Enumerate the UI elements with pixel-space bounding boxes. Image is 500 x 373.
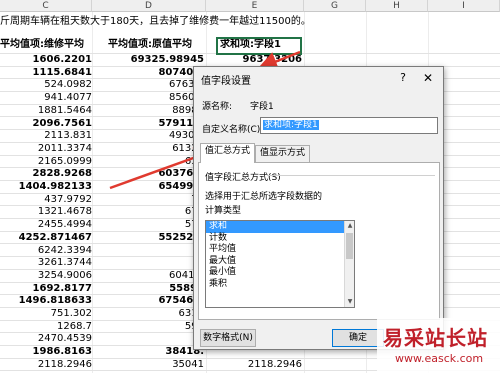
column-header-i[interactable]: I: [428, 0, 500, 12]
tab-summarize-values-by[interactable]: 值汇总方式: [200, 143, 256, 163]
header-cell-original-avg[interactable]: 平均值项:原值平均: [108, 36, 206, 53]
calc-type-listbox[interactable]: 求和 计数 平均值 最大值 最小值 乘积 ▲ ▼: [205, 220, 355, 308]
column-header-g[interactable]: G: [304, 0, 366, 12]
table-cell[interactable]: 60376.3: [92, 168, 204, 181]
section-title: 值字段汇总方式(S): [205, 173, 281, 183]
custom-name-label: 自定义名称(C):: [202, 125, 264, 135]
section-divider: [267, 175, 435, 176]
sheet-title-cell[interactable]: 斤周期车辆在租天数大于180天，且去掉了维修费一年越过11500的。: [0, 14, 311, 30]
table-cell[interactable]: 524.0982: [0, 79, 92, 92]
table-cell[interactable]: 2011.3374: [0, 143, 92, 156]
table-cell[interactable]: 61321: [92, 143, 204, 156]
table-cell[interactable]: 35041: [92, 359, 204, 372]
table-cell[interactable]: 1692.8177: [0, 283, 92, 296]
calc-type-label: 计算类型: [205, 206, 242, 216]
table-cell[interactable]: 578: [92, 219, 204, 232]
table-cell[interactable]: 1404.982133: [0, 181, 92, 194]
listbox-scrollbar[interactable]: ▲ ▼: [344, 221, 354, 307]
table-cell[interactable]: 941.4077: [0, 92, 92, 105]
table-cell[interactable]: 4252.871467: [0, 232, 92, 245]
table-cell[interactable]: 7: [92, 257, 204, 270]
table-cell[interactable]: 1496.818633: [0, 295, 92, 308]
source-name-label: 源名称:: [202, 102, 233, 112]
table-cell[interactable]: 85601.: [92, 92, 204, 105]
list-item-min[interactable]: 最小值: [206, 267, 354, 279]
table-cell[interactable]: 49308.: [92, 130, 204, 143]
close-icon[interactable]: ✕: [418, 70, 438, 86]
table-cell[interactable]: 1115.6841: [0, 67, 92, 80]
table-cell[interactable]: 2165.0999: [0, 156, 92, 169]
table-cell[interactable]: 1321.4678: [0, 206, 92, 219]
table-cell[interactable]: 55893: [92, 283, 204, 296]
scroll-thumb[interactable]: [346, 233, 353, 259]
table-cell[interactable]: 7: [92, 245, 204, 258]
table-cell[interactable]: 67546.0: [92, 295, 204, 308]
table-cell[interactable]: 1606.2201: [0, 54, 92, 67]
custom-name-input[interactable]: 求和项:字段1: [260, 117, 438, 134]
table-row: 1606.2201 69325.98945 9637.3206: [0, 54, 500, 67]
watermark-text: 易采站长站: [383, 326, 488, 350]
table-cell[interactable]: 69325.98945: [92, 54, 204, 67]
table-cell[interactable]: 6242.3394: [0, 245, 92, 258]
tab-show-values-as[interactable]: 值显示方式: [255, 145, 311, 162]
table-cell[interactable]: 77: [92, 194, 204, 207]
scroll-up-icon[interactable]: ▲: [345, 221, 354, 231]
table-cell[interactable]: 751.302: [0, 308, 92, 321]
table-cell[interactable]: 9637.3206: [206, 54, 302, 67]
table-cell[interactable]: 3254.9006: [0, 270, 92, 283]
header-cell-repair-avg[interactable]: 平均值项:维修平均: [0, 36, 94, 53]
list-item-product[interactable]: 乘积: [206, 279, 354, 291]
table-cell[interactable]: 631: [92, 156, 204, 169]
table-cell[interactable]: 2113.831: [0, 130, 92, 143]
list-item-count[interactable]: 计数: [206, 233, 354, 245]
list-item-sum[interactable]: 求和: [206, 221, 354, 233]
table-cell[interactable]: 38418.: [92, 346, 204, 359]
number-format-button[interactable]: 数字格式(N): [200, 329, 256, 347]
table-cell[interactable]: 60417.: [92, 270, 204, 283]
column-header-d[interactable]: D: [92, 0, 206, 12]
source-name-value: 字段1: [250, 102, 274, 112]
watermark-url: www.easck.com: [395, 352, 484, 365]
table-cell[interactable]: 2828.9268: [0, 168, 92, 181]
table-cell[interactable]: 67635.: [92, 79, 204, 92]
table-cell[interactable]: 6315: [92, 308, 204, 321]
watermark: 易采站长站 www.easck.com: [377, 318, 500, 373]
table-cell[interactable]: 65499.6: [92, 181, 204, 194]
table-cell[interactable]: 2118.2946: [206, 359, 302, 372]
table-cell[interactable]: 673: [92, 206, 204, 219]
table-cell[interactable]: 437.9792: [0, 194, 92, 207]
tab-panel: 值字段汇总方式(S) 选择用于汇总所选字段数据的 计算类型 求和 计数 平均值 …: [198, 162, 440, 320]
column-header-h[interactable]: H: [366, 0, 428, 12]
table-cell[interactable]: 2455.4994: [0, 219, 92, 232]
table-cell[interactable]: 3261.3744: [0, 257, 92, 270]
help-button[interactable]: ?: [394, 70, 412, 86]
table-cell[interactable]: 2118.2946: [0, 359, 92, 372]
dialog-title: 值字段设置: [201, 76, 251, 87]
table-cell[interactable]: 80740.7: [92, 67, 204, 80]
value-field-settings-dialog: 值字段设置 ? ✕ 源名称: 字段1 自定义名称(C): 求和项:字段1 值汇总…: [193, 66, 444, 350]
custom-name-value: 求和项:字段1: [263, 120, 319, 130]
table-cell[interactable]: 88985: [92, 105, 204, 118]
scroll-down-icon[interactable]: ▼: [345, 297, 354, 307]
table-cell[interactable]: 595: [92, 321, 204, 334]
table-cell[interactable]: 1881.5464: [0, 105, 92, 118]
list-item-max[interactable]: 最大值: [206, 256, 354, 268]
table-cell[interactable]: 2096.7561: [0, 118, 92, 131]
description-text: 选择用于汇总所选字段数据的: [205, 192, 323, 202]
list-item-average[interactable]: 平均值: [206, 244, 354, 256]
column-header-c[interactable]: C: [0, 0, 92, 12]
table-cell[interactable]: 7: [92, 333, 204, 346]
table-cell[interactable]: 1986.8163: [0, 346, 92, 359]
active-cell-outline: [216, 37, 302, 55]
column-header-e[interactable]: E: [206, 0, 304, 12]
table-cell[interactable]: 2470.4539: [0, 333, 92, 346]
table-cell[interactable]: 55252.9: [92, 232, 204, 245]
table-cell[interactable]: 57911.1: [92, 118, 204, 131]
table-cell[interactable]: 1268.7: [0, 321, 92, 334]
